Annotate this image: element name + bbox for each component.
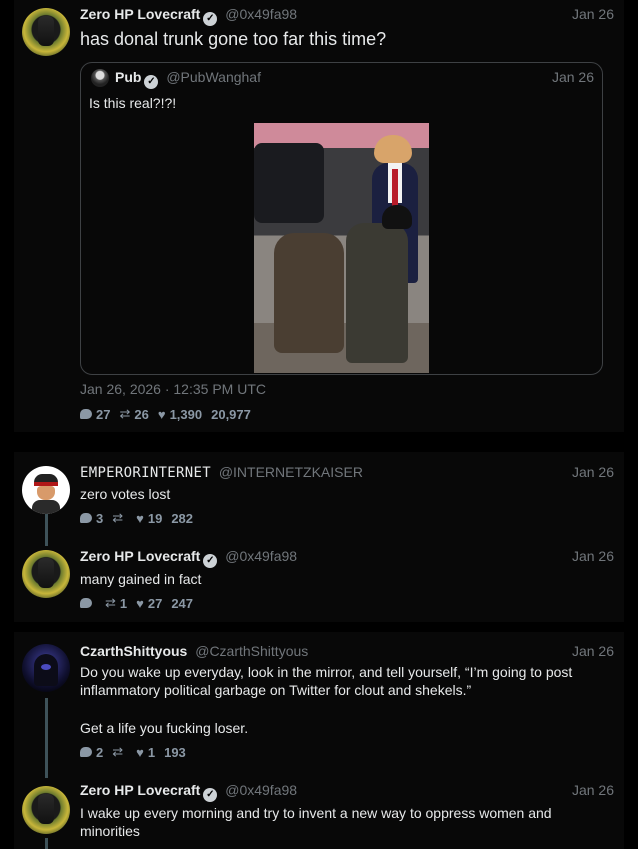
reply-bubble-icon xyxy=(80,409,92,419)
tweet-date[interactable]: Jan 26 xyxy=(572,6,614,22)
like-count[interactable]: ♥ 19 xyxy=(136,511,162,526)
tweet-timestamp[interactable]: Jan 26, 2026 · 12:35 PM UTC xyxy=(80,381,266,397)
author-handle[interactable]: @CzarthShittyous xyxy=(195,643,308,659)
heart-icon: ♥ xyxy=(136,744,144,760)
like-count[interactable]: ♥ 1,390 xyxy=(158,407,202,422)
verified-badge-icon: ✓ xyxy=(203,12,218,26)
retweet-icon: ⇄ xyxy=(105,595,116,610)
tweet-date[interactable]: Jan 26 xyxy=(572,643,614,659)
heart-icon: ♥ xyxy=(136,595,144,611)
tweet-text: Do you wake up everyday, look in the mir… xyxy=(80,664,573,698)
tweet-stats: 2 ⇄ ♥ 1 193 xyxy=(80,744,195,760)
reply-count[interactable]: 27 xyxy=(80,407,110,422)
author-handle[interactable]: @0x49fa98 xyxy=(225,782,297,798)
avatar[interactable] xyxy=(22,8,70,56)
quote-avatar xyxy=(91,69,109,87)
author-name[interactable]: Zero HP Lovecraft xyxy=(80,548,200,564)
tweet-date[interactable]: Jan 26 xyxy=(572,782,614,798)
tweet-stats: 3 ⇄ ♥ 19 282 xyxy=(80,510,202,526)
reply-count[interactable]: 3 xyxy=(80,511,103,526)
avatar[interactable] xyxy=(22,466,70,514)
verified-badge-icon: ✓ xyxy=(203,788,218,802)
tweet-stats: 27 ⇄ 26 ♥ 1,390 20,977 xyxy=(80,406,260,422)
thread-connector xyxy=(45,514,48,546)
retweet-count[interactable]: ⇄ xyxy=(112,744,127,760)
quote-date: Jan 26 xyxy=(551,69,594,85)
author-name[interactable]: CzarthShittyous xyxy=(80,643,187,659)
tweet-text: many gained in fact xyxy=(80,571,202,587)
reply-bubble-icon xyxy=(80,598,92,608)
retweet-icon: ⇄ xyxy=(119,406,131,421)
reply-bubble-icon xyxy=(80,747,92,757)
verified-badge-icon: ✓ xyxy=(203,554,218,568)
author-handle[interactable]: @0x49fa98 xyxy=(225,548,297,564)
tweet-text-paragraph-2: Get a life you fucking loser. xyxy=(80,720,249,736)
tweet-stats: ⇄ 1 ♥ 27 247 xyxy=(80,595,202,611)
view-count: 247 xyxy=(171,595,194,611)
view-count: 193 xyxy=(164,744,186,760)
quote-author-handle[interactable]: @PubWanghaf xyxy=(166,69,261,85)
quote-author-name[interactable]: Pub xyxy=(115,69,141,85)
retweet-count[interactable]: ⇄ 26 xyxy=(119,406,148,422)
reply-count[interactable]: 2 xyxy=(80,745,103,760)
retweet-count[interactable]: ⇄ xyxy=(112,510,127,526)
avatar[interactable] xyxy=(22,644,70,692)
view-count: 20,977 xyxy=(211,406,251,422)
heart-icon: ♥ xyxy=(157,406,166,422)
tweet-text: has donal trunk gone too far this time? xyxy=(80,29,387,49)
retweet-icon: ⇄ xyxy=(112,744,124,759)
reply-bubble-icon xyxy=(80,513,92,523)
like-count[interactable]: ♥ 27 xyxy=(136,596,162,611)
tweet-date[interactable]: Jan 26 xyxy=(572,464,614,480)
author-handle[interactable]: @0x49fa98 xyxy=(225,6,297,22)
tweet-text: I wake up every morning and try to inven… xyxy=(80,805,552,839)
reply-thread: CzarthShittyous @CzarthShittyous Jan 26 … xyxy=(14,632,624,849)
author-handle[interactable]: @INTERNETZKAISER xyxy=(219,464,363,480)
view-count: 282 xyxy=(171,510,194,526)
heart-icon: ♥ xyxy=(136,510,144,526)
author-name[interactable]: EMPERORINTERNET xyxy=(80,465,211,481)
author-name[interactable]: Zero HP Lovecraft xyxy=(80,782,200,798)
tweet-text: zero votes lost xyxy=(80,486,171,502)
reply-thread: EMPERORINTERNET @INTERNETZKAISER Jan 26 … xyxy=(14,452,624,622)
quoted-tweet[interactable]: Pub ✓ @PubWanghaf Jan 26 Is this real?!?! xyxy=(80,62,603,375)
avatar[interactable] xyxy=(22,786,70,834)
thread-connector xyxy=(45,698,48,778)
quote-media-image[interactable] xyxy=(254,123,429,373)
reply-count[interactable] xyxy=(80,598,96,608)
thread-connector xyxy=(45,838,48,849)
verified-badge-icon: ✓ xyxy=(144,75,159,89)
avatar[interactable] xyxy=(22,550,70,598)
quote-text: Is this real?!?! xyxy=(89,95,177,111)
main-tweet[interactable]: Zero HP Lovecraft ✓ @0x49fa98 Jan 26 has … xyxy=(14,0,624,432)
tweet-date[interactable]: Jan 26 xyxy=(572,548,614,564)
author-name[interactable]: Zero HP Lovecraft xyxy=(80,6,200,22)
like-count[interactable]: ♥ 1 xyxy=(136,745,155,760)
retweet-count[interactable]: ⇄ 1 xyxy=(105,595,127,611)
retweet-icon: ⇄ xyxy=(112,510,124,525)
